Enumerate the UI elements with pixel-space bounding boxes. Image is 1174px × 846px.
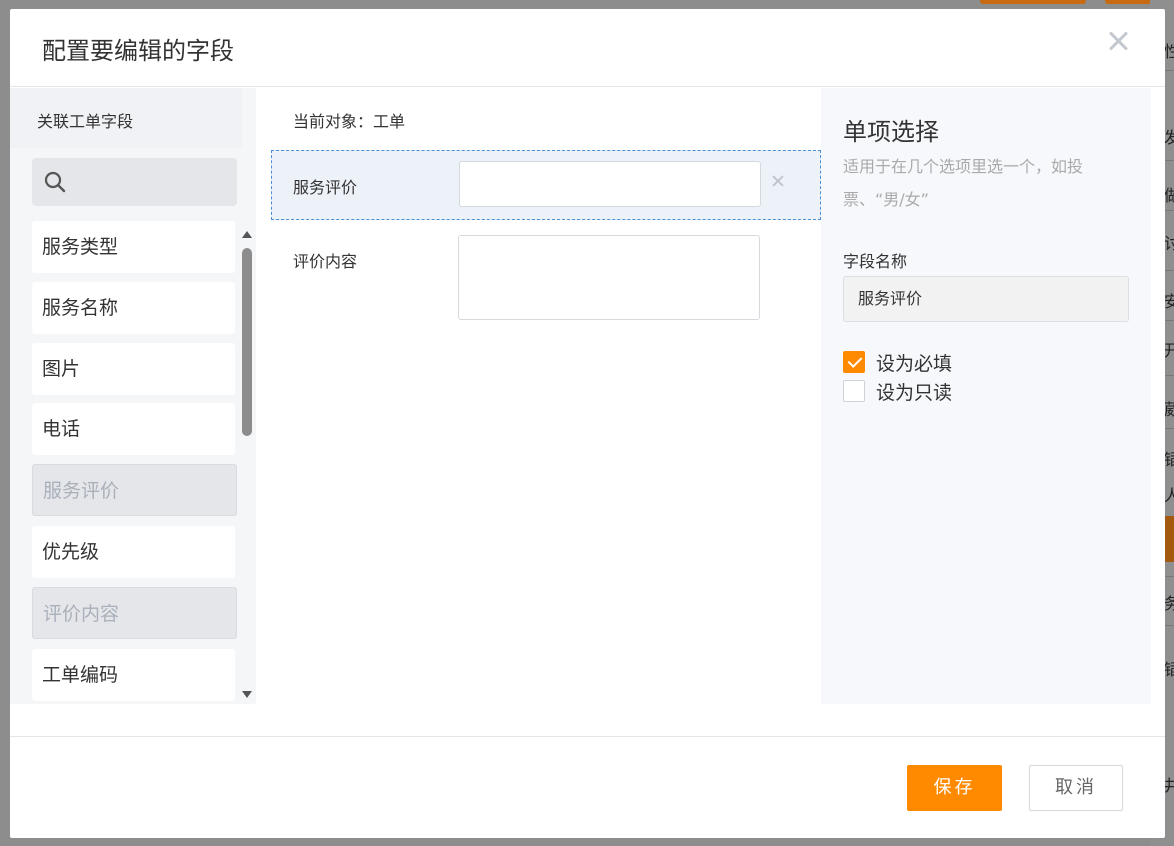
field-name-label: 字段名称 bbox=[843, 252, 908, 271]
field-type-description: 适用于在几个选项里选一个，如投票、“男/女” bbox=[843, 157, 1084, 209]
field-list-item[interactable]: 服务类型 bbox=[32, 221, 235, 273]
field-type-title: 单项选择 bbox=[843, 118, 939, 146]
background-char: 人 bbox=[1164, 486, 1174, 505]
form-field-textarea[interactable] bbox=[458, 235, 760, 320]
readonly-checkbox-row[interactable]: 设为只读 bbox=[843, 380, 953, 404]
scroll-down-arrow-icon[interactable] bbox=[242, 691, 252, 698]
background-char: 做 bbox=[1164, 186, 1174, 205]
field-name-field: 服务评价 bbox=[843, 276, 1129, 322]
dialog-header: 配置要编辑的字段 bbox=[10, 9, 1165, 87]
readonly-label: 设为只读 bbox=[876, 381, 953, 404]
form-field-label: 评价内容 bbox=[293, 252, 358, 271]
field-list-item[interactable]: 优先级 bbox=[32, 526, 235, 578]
required-checkbox[interactable] bbox=[843, 351, 865, 373]
dialog-footer-divider bbox=[10, 736, 1165, 737]
dialog-title: 配置要编辑的字段 bbox=[42, 37, 234, 65]
background-orange-block bbox=[1165, 516, 1174, 562]
field-list-item[interactable]: 工单编码 bbox=[32, 649, 235, 701]
field-properties-panel: 单项选择 适用于在几个选项里选一个，如投票、“男/女” 字段名称 服务评价 设为… bbox=[821, 88, 1151, 704]
linked-fields-title: 关联工单字段 bbox=[37, 112, 134, 131]
remove-field-icon[interactable] bbox=[771, 174, 785, 188]
field-search-input[interactable] bbox=[32, 158, 237, 206]
background-char: 锸 bbox=[1164, 450, 1174, 469]
save-button[interactable]: 保存 bbox=[907, 765, 1002, 811]
scroll-up-arrow-icon[interactable] bbox=[242, 231, 252, 238]
linked-fields-header: 关联工单字段 bbox=[10, 88, 242, 148]
linked-fields-panel: 关联工单字段 服务类型 服务名称 图片 电话 服务评价 优先级 评价内容 工单编… bbox=[10, 88, 256, 704]
field-list-item[interactable]: 图片 bbox=[32, 343, 235, 395]
background-char: 葳 bbox=[1164, 400, 1174, 419]
readonly-checkbox[interactable] bbox=[843, 380, 865, 402]
field-list-item-used: 评价内容 bbox=[32, 587, 237, 639]
background-char: 锸 bbox=[1164, 660, 1174, 679]
close-icon[interactable] bbox=[1106, 29, 1130, 53]
current-object-label: 当前对象：工单 bbox=[293, 112, 406, 131]
background-char: 发 bbox=[1164, 128, 1174, 147]
field-list-item[interactable]: 电话 bbox=[32, 403, 235, 455]
background-char: 开 bbox=[1164, 341, 1174, 360]
required-checkbox-row[interactable]: 设为必填 bbox=[843, 351, 953, 375]
field-list-item[interactable]: 服务名称 bbox=[32, 282, 235, 334]
list-scrollbar-thumb[interactable] bbox=[242, 248, 252, 436]
background-char: 讨 bbox=[1164, 234, 1174, 253]
background-char: 安 bbox=[1164, 292, 1174, 311]
config-fields-dialog: 配置要编辑的字段 关联工单字段 服务类型 服务名称 图片 电话 服务评价 优先级… bbox=[10, 9, 1165, 838]
form-field-input[interactable] bbox=[459, 161, 761, 207]
background-char: 井 bbox=[1164, 776, 1174, 795]
required-label: 设为必填 bbox=[876, 352, 953, 375]
form-field-label: 服务评价 bbox=[293, 178, 358, 197]
cancel-button[interactable]: 取消 bbox=[1029, 765, 1123, 811]
background-orange-button bbox=[980, 0, 1086, 4]
field-list-item-used: 服务评价 bbox=[32, 464, 237, 516]
search-icon bbox=[44, 171, 66, 193]
background-char: 务 bbox=[1164, 594, 1174, 613]
background-char: 性 bbox=[1164, 42, 1174, 61]
